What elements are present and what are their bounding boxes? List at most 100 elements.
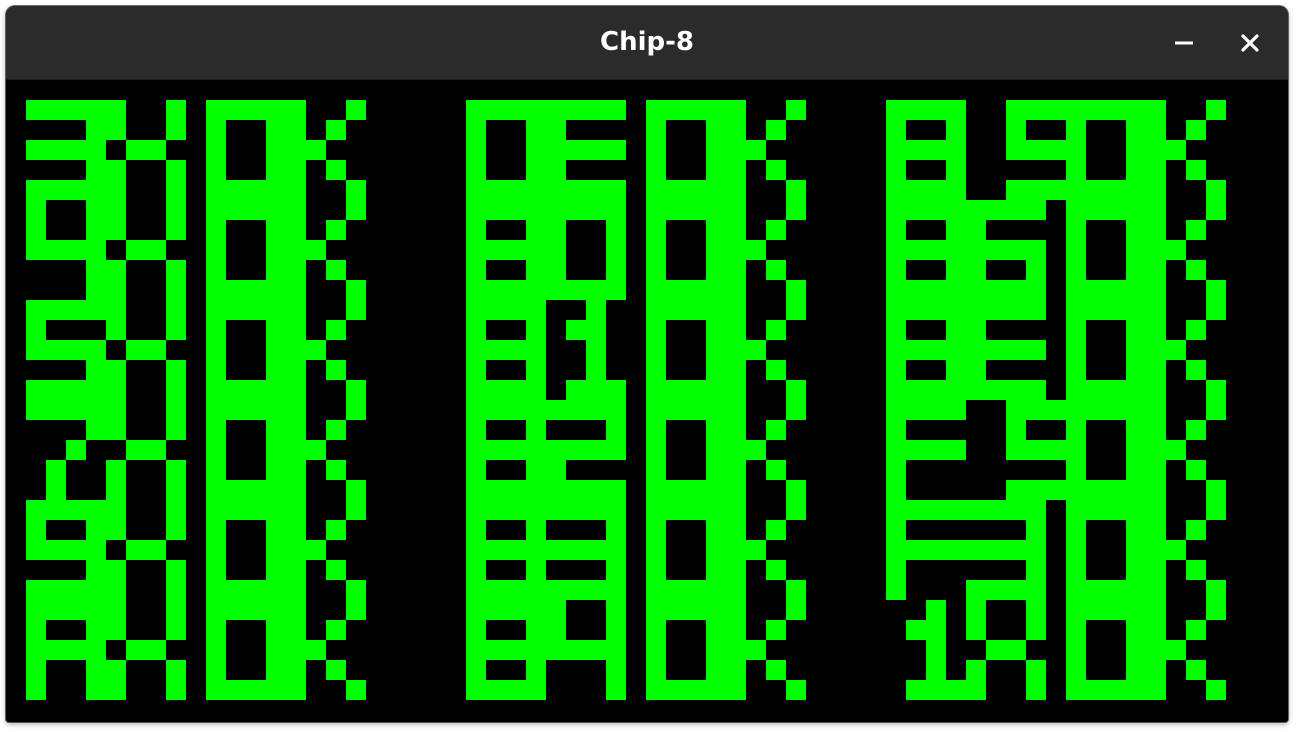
pixel: [466, 400, 486, 420]
pixel: [1126, 440, 1146, 460]
pixel: [646, 620, 666, 640]
pixel: [786, 580, 806, 600]
pixel: [1066, 660, 1086, 680]
pixel: [286, 500, 306, 520]
pixel: [586, 540, 606, 560]
test-result: F 5 OK: [886, 400, 1226, 500]
pixel: [1086, 100, 1106, 120]
close-button[interactable]: [1235, 28, 1265, 58]
pixel: [506, 680, 526, 700]
pixel: [166, 120, 186, 140]
pixel: [86, 380, 106, 400]
pixel: [206, 500, 226, 520]
pixel: [646, 600, 666, 620]
pixel: [546, 640, 566, 660]
test-result: 1X OK: [906, 600, 1226, 700]
pixel: [1126, 620, 1146, 640]
pixel: [746, 540, 766, 560]
pixel: [86, 360, 106, 380]
pixel: [666, 180, 686, 200]
pixel: [606, 180, 626, 200]
pixel: [326, 160, 346, 180]
test-result: AX OK: [26, 600, 366, 700]
pixel: [1026, 520, 1046, 540]
pixel: [266, 580, 286, 600]
pixel: [286, 440, 306, 460]
pixel: [646, 200, 666, 220]
pixel: [206, 580, 226, 600]
pixel: [726, 460, 746, 480]
pixel: [886, 520, 906, 540]
pixel: [1066, 520, 1086, 540]
minimize-button[interactable]: [1169, 28, 1199, 58]
pixel: [586, 440, 606, 460]
pixel: [906, 340, 926, 360]
pixel: [1146, 140, 1166, 160]
pixel: [1026, 340, 1046, 360]
pixel: [706, 580, 726, 600]
pixel: [206, 120, 226, 140]
pixel: [506, 600, 526, 620]
pixel: [1086, 580, 1106, 600]
pixel: [1146, 680, 1166, 700]
pixel: [1106, 180, 1126, 200]
pixel: [66, 540, 86, 560]
pixel: [106, 220, 126, 240]
pixel: [206, 160, 226, 180]
pixel: [646, 240, 666, 260]
pixel: [546, 200, 566, 220]
pixel: [1146, 100, 1166, 120]
pixel: [286, 100, 306, 120]
pixel: [786, 100, 806, 120]
pixel: [546, 100, 566, 120]
pixel: [466, 240, 486, 260]
pixel: [1046, 480, 1066, 500]
pixel: [146, 140, 166, 160]
pixel: [566, 500, 586, 520]
pixel: [286, 640, 306, 660]
pixel: [646, 520, 666, 540]
pixel: [966, 660, 986, 680]
pixel: [86, 540, 106, 560]
pixel: [86, 500, 106, 520]
pixel: [726, 520, 746, 540]
pixel: [786, 600, 806, 620]
pixel: [226, 380, 246, 400]
pixel: [886, 500, 906, 520]
pixel: [506, 180, 526, 200]
pixel: [246, 400, 266, 420]
pixel: [726, 180, 746, 200]
test-result: 4X OK: [26, 200, 366, 300]
pixel: [326, 320, 346, 340]
pixel: [66, 340, 86, 360]
pixel: [646, 260, 666, 280]
pixel: [266, 620, 286, 640]
pixel: [86, 120, 106, 140]
pixel: [86, 280, 106, 300]
pixel: [646, 460, 666, 480]
pixel: [1166, 540, 1186, 560]
pixel: [786, 500, 806, 520]
pixel: [1066, 180, 1086, 200]
pixel: [26, 320, 46, 340]
pixel: [286, 520, 306, 540]
pixel: [546, 280, 566, 300]
pixel: [1106, 480, 1126, 500]
title-bar[interactable]: Chip-8: [6, 6, 1288, 80]
pixel: [546, 540, 566, 560]
pixel: [686, 500, 706, 520]
pixel: [906, 140, 926, 160]
pixel: [1146, 200, 1166, 220]
pixel: [326, 660, 346, 680]
pixel: [726, 220, 746, 240]
pixel: [1106, 500, 1126, 520]
pixel: [86, 520, 106, 540]
pixel: [566, 640, 586, 660]
pixel: [766, 560, 786, 580]
pixel: [706, 380, 726, 400]
pixel: [1086, 400, 1106, 420]
pixel: [966, 380, 986, 400]
pixel: [586, 360, 606, 380]
pixel: [606, 520, 626, 540]
pixel: [1066, 140, 1086, 160]
